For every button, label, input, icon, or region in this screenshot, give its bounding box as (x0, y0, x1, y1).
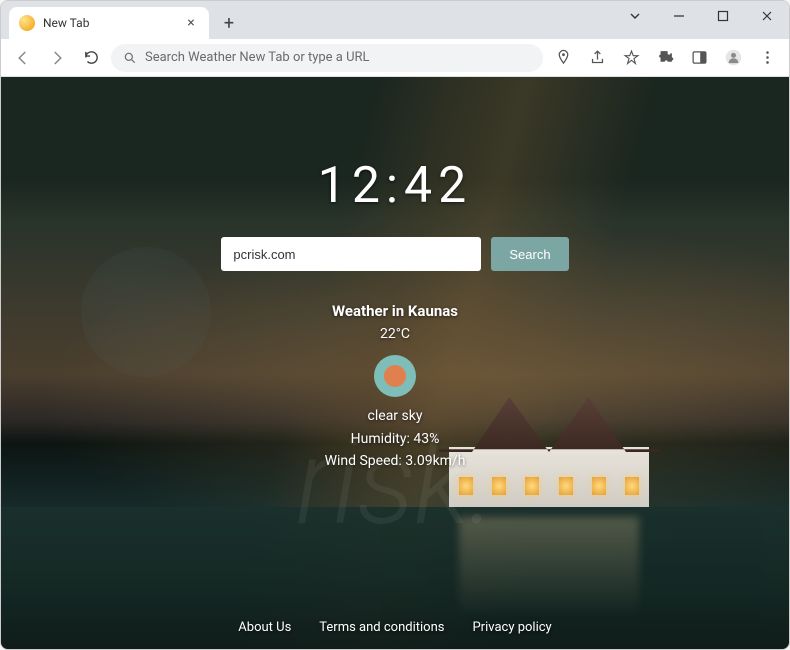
privacy-link[interactable]: Privacy policy (472, 620, 551, 635)
share-icon (589, 49, 606, 66)
weather-location: Weather in Kaunas (325, 299, 466, 323)
sun-icon (19, 15, 35, 31)
sun-clear-icon (374, 355, 416, 397)
address-placeholder: Search Weather New Tab or type a URL (145, 50, 370, 65)
weather-humidity: Humidity: 43% (325, 428, 466, 450)
forward-arrow-icon (48, 49, 66, 67)
close-tab-button[interactable]: × (183, 15, 199, 31)
titlebar: New Tab × + (1, 1, 789, 39)
reload-button[interactable] (77, 44, 105, 72)
search-button[interactable]: Search (491, 237, 568, 271)
back-arrow-icon (14, 49, 32, 67)
weather-widget: Weather in Kaunas 22°C clear sky Humidit… (325, 299, 466, 473)
back-button[interactable] (9, 44, 37, 72)
minimize-button[interactable] (657, 1, 701, 31)
pin-icon (555, 49, 572, 66)
weather-temp: 22°C (325, 323, 466, 345)
puzzle-icon (657, 49, 674, 66)
panel-icon (691, 49, 708, 66)
page-content: risk. 12:42 Search Weather in Kaunas 22°… (1, 77, 789, 649)
forward-button[interactable] (43, 44, 71, 72)
search-row: Search (221, 237, 568, 271)
clock: 12:42 (318, 157, 473, 215)
search-icon (123, 51, 137, 65)
location-button[interactable] (549, 44, 577, 72)
user-icon (725, 49, 742, 66)
window-controls (613, 1, 789, 39)
center-panel: 12:42 Search Weather in Kaunas 22°C clea… (1, 77, 789, 649)
tabs-dropdown-button[interactable] (613, 1, 657, 31)
menu-button[interactable] (753, 44, 781, 72)
sidepanel-button[interactable] (685, 44, 713, 72)
address-bar[interactable]: Search Weather New Tab or type a URL (111, 44, 543, 72)
maximize-icon (717, 10, 729, 22)
terms-link[interactable]: Terms and conditions (319, 620, 444, 635)
browser-window: New Tab × + (0, 0, 790, 650)
bookmark-button[interactable] (617, 44, 645, 72)
toolbar: Search Weather New Tab or type a URL (1, 39, 789, 77)
profile-button[interactable] (719, 44, 747, 72)
footer-links: About Us Terms and conditions Privacy po… (1, 620, 789, 635)
search-input[interactable] (221, 237, 481, 271)
star-icon (623, 49, 640, 66)
chevron-down-icon (629, 10, 641, 22)
new-tab-button[interactable]: + (215, 9, 243, 37)
active-tab[interactable]: New Tab × (9, 7, 209, 39)
kebab-icon (759, 49, 776, 66)
close-window-button[interactable] (745, 1, 789, 31)
close-icon (761, 10, 773, 22)
reload-icon (83, 49, 100, 66)
minimize-icon (673, 10, 685, 22)
weather-condition: clear sky (325, 405, 466, 427)
maximize-button[interactable] (701, 1, 745, 31)
share-button[interactable] (583, 44, 611, 72)
extensions-button[interactable] (651, 44, 679, 72)
weather-wind: Wind Speed: 3.09km/h (325, 450, 466, 472)
tab-title: New Tab (43, 16, 175, 30)
about-link[interactable]: About Us (238, 620, 291, 635)
